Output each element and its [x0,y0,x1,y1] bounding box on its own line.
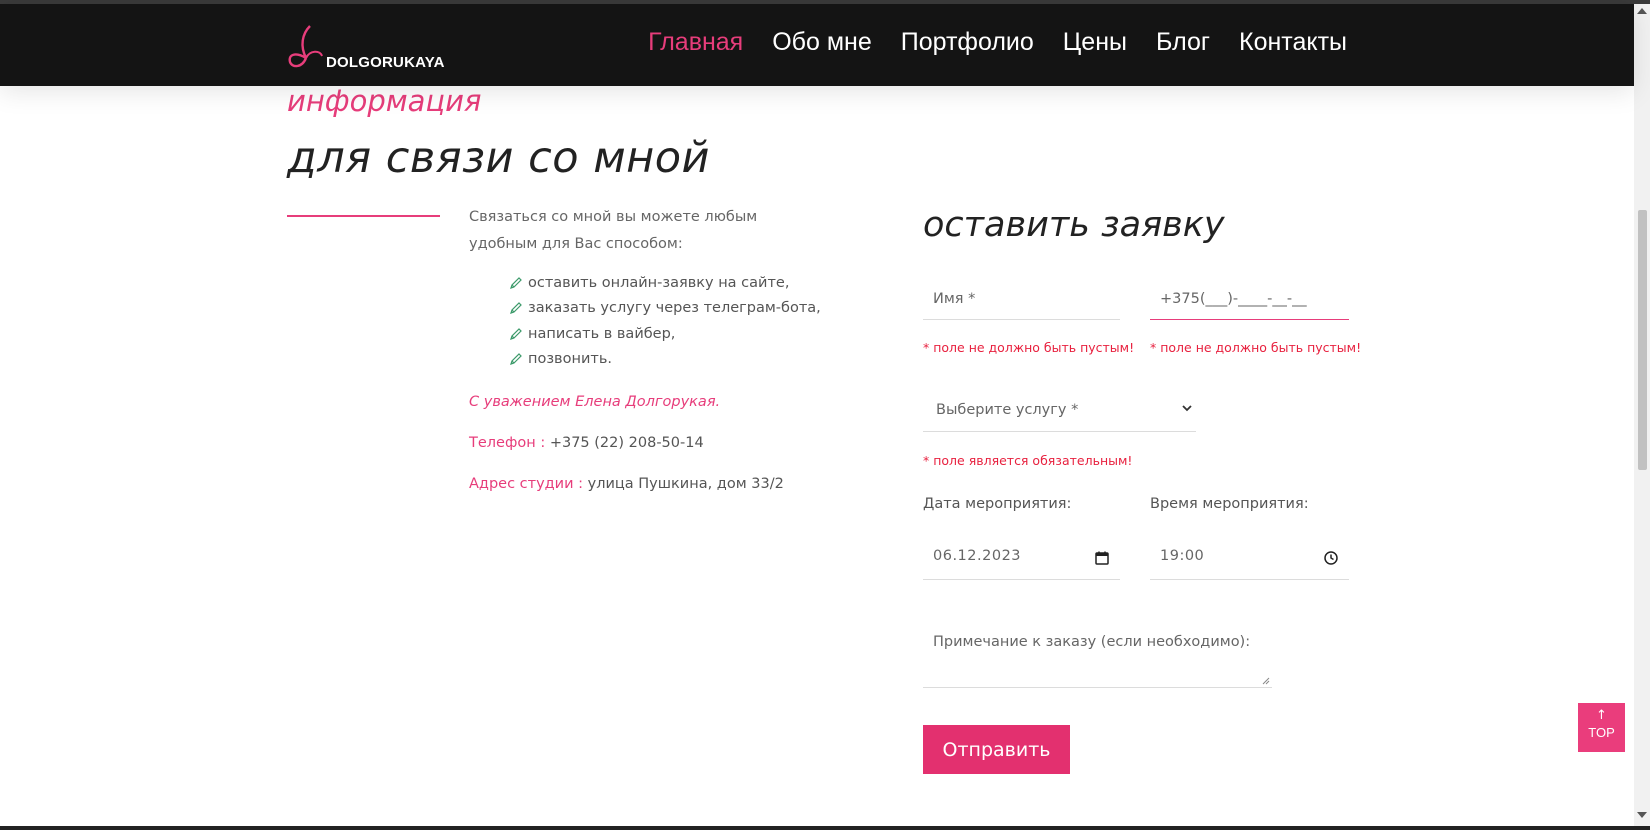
time-input[interactable]: 19:00 [1150,536,1349,580]
scroll-up-arrow-icon[interactable] [1637,8,1647,14]
contact-way-text: оставить онлайн-заявку на сайте, [528,274,790,291]
contact-way-text: позвонить. [528,351,612,368]
section-title: для связи со мной [287,133,711,183]
date-label: Дата мероприятия: [923,496,1072,512]
chevron-down-icon [1182,405,1192,412]
scroll-down-arrow-icon[interactable] [1637,812,1647,818]
window-bottom-bar [0,826,1650,830]
nav-item-portfolio[interactable]: Портфолио [901,28,1034,57]
section-subtitle: информация [287,84,482,118]
order-note-placeholder: Примечание к заказу (если необходимо): [933,634,1251,650]
list-item: заказать услугу через телеграм-бота, [509,296,821,322]
list-item: написать в вайбер, [509,321,821,347]
clock-icon[interactable] [1323,550,1339,566]
logo-text: DOLGORUKAYA [326,54,445,71]
section-divider [287,215,440,217]
contact-intro: Связаться со мной вы можете любым удобны… [469,209,758,252]
address-info: Адрес студии : улица Пушкина, дом 33/2 [469,476,784,492]
form-title: оставить заявку [923,205,1225,245]
nav-item-contacts[interactable]: Контакты [1239,28,1347,57]
pencil-icon [510,302,522,315]
phone-label: Телефон : [469,435,546,451]
pencil-icon [510,327,522,340]
nav-item-home[interactable]: Главная [648,28,743,57]
address-label: Адрес студии : [469,476,584,492]
pencil-icon [510,276,522,289]
phone-error: * поле не должно быть пустым! [1150,340,1362,355]
service-error: * поле является обязательным! [923,453,1133,468]
resize-grip-icon[interactable] [1262,677,1270,685]
contact-ways-list: оставить онлайн-заявку на сайте, заказат… [509,270,821,372]
address-value: улица Пушкина, дом 33/2 [587,476,784,492]
nav-item-about[interactable]: Обо мне [772,28,872,57]
pencil-icon [510,353,522,366]
list-item: оставить онлайн-заявку на сайте, [509,270,821,296]
time-value: 19:00 [1160,548,1205,564]
site-logo[interactable]: DOLGORUKAYA [288,22,444,74]
service-select-value: Выберите услугу * [936,402,1079,418]
contact-way-text: заказать услугу через телеграм-бота, [528,300,821,317]
calendar-icon[interactable] [1094,550,1110,566]
list-item: позвонить. [509,347,821,373]
phone-value[interactable]: +375 (22) 208-50-14 [550,435,704,451]
nav-item-blog[interactable]: Блог [1156,28,1210,57]
service-select[interactable]: Выберите услугу * [923,392,1196,432]
arrow-up-icon: ↑ [1596,708,1607,723]
name-error: * поле не должно быть пустым! [923,340,1135,355]
nav-item-prices[interactable]: Цены [1063,28,1127,57]
scroll-to-top-button[interactable]: ↑ TOP [1578,703,1625,752]
date-value: 06.12.2023 [933,548,1022,564]
name-input[interactable] [923,278,1120,320]
top-button-label: TOP [1588,725,1615,740]
phone-input[interactable] [1150,278,1349,320]
scrollbar-thumb[interactable] [1638,210,1647,470]
main-nav: Главная Обо мне Портфолио Цены Блог Конт… [648,28,1347,57]
site-header: DOLGORUKAYA Главная Обо мне Портфолио Це… [0,4,1634,86]
order-note-textarea[interactable]: Примечание к заказу (если необходимо): [923,618,1272,688]
butterfly-logo-icon [288,25,323,68]
date-input[interactable]: 06.12.2023 [923,536,1120,580]
time-label: Время мероприятия: [1150,496,1309,512]
phone-info: Телефон : +375 (22) 208-50-14 [469,435,704,451]
signature-regards: С уважением Елена Долгорукая. [469,394,721,410]
submit-button[interactable]: Отправить [923,725,1070,774]
contact-way-text: написать в вайбер, [528,325,676,342]
